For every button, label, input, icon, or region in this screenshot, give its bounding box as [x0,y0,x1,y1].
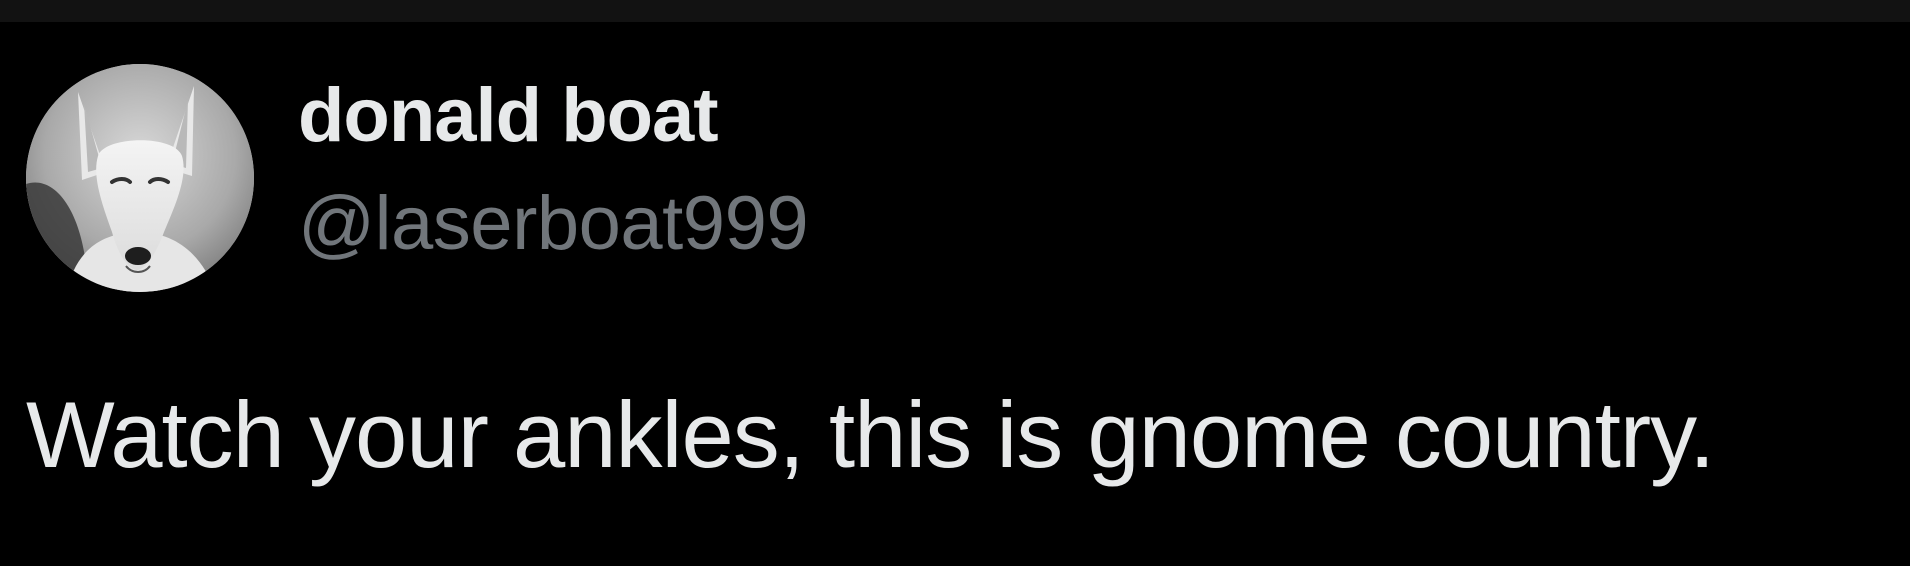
avatar[interactable] [26,64,254,292]
top-bar [0,0,1910,22]
tweet-card: donald boat @laserboat999 Watch your ank… [0,22,1910,566]
author-display-name[interactable]: donald boat [298,78,719,154]
author-handle[interactable]: @laserboat999 [298,186,809,262]
bull-terrier-dog-avatar-icon [26,64,254,292]
tweet-text: Watch your ankles, this is gnome country… [26,382,1715,487]
